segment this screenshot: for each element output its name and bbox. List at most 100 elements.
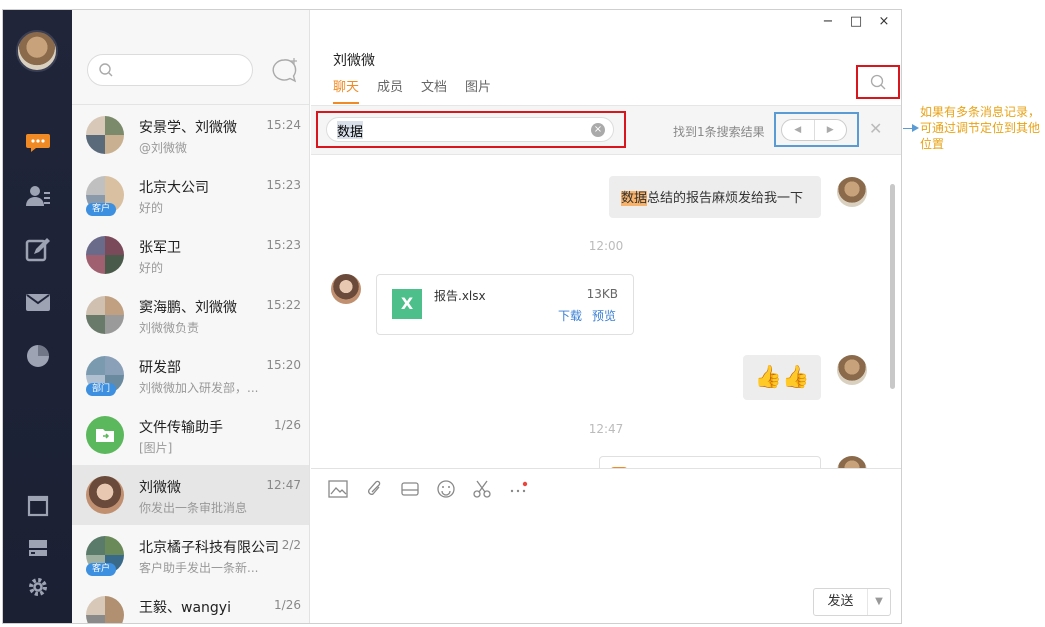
conversation-name: 文件传输助手 bbox=[139, 420, 223, 436]
conversation-pane: 安景学、刘微微 15:24 @刘微微 客户 北京大公司 15:23 好的 张军卫… bbox=[72, 10, 310, 623]
app-window: 安景学、刘微微 15:24 @刘微微 客户 北京大公司 15:23 好的 张军卫… bbox=[2, 9, 902, 624]
search-result-count: 找到1条搜索结果 bbox=[673, 125, 765, 139]
clear-search-icon[interactable]: × bbox=[591, 123, 605, 137]
message-search-toggle[interactable] bbox=[856, 65, 900, 99]
conversation-item-active[interactable]: 刘微微 12:47 你发出一条审批消息 bbox=[72, 465, 309, 525]
conversation-time: 15:23 bbox=[266, 178, 301, 192]
conversation-time: 15:23 bbox=[266, 238, 301, 252]
conversation-item[interactable]: 张军卫 15:23 好的 bbox=[72, 225, 309, 285]
screenshot-scissors-icon[interactable] bbox=[470, 477, 494, 501]
send-button[interactable]: 发送 ▼ bbox=[813, 588, 891, 616]
result-navigation-box: ◀ ▶ bbox=[774, 112, 859, 147]
chevron-down-icon[interactable]: ▼ bbox=[868, 589, 890, 615]
close-search-icon[interactable]: ✕ bbox=[869, 119, 882, 138]
message-search-input[interactable] bbox=[337, 121, 577, 139]
user-avatar[interactable] bbox=[331, 274, 361, 304]
window-controls: − □ × bbox=[821, 14, 891, 29]
conversation-time: 15:22 bbox=[266, 298, 301, 312]
group-avatar bbox=[86, 116, 124, 154]
tab-chat[interactable]: 聊天 bbox=[333, 76, 360, 104]
conversation-item[interactable]: 窦海鹏、刘微微 15:22 刘微微负责 bbox=[72, 285, 309, 345]
tab-members[interactable]: 成员 bbox=[377, 76, 403, 104]
next-result-button[interactable]: ▶ bbox=[815, 120, 847, 140]
more-icon[interactable] bbox=[506, 477, 530, 501]
my-avatar[interactable] bbox=[837, 177, 867, 207]
conversation-time: 15:24 bbox=[266, 118, 301, 132]
pie-chart-icon[interactable] bbox=[24, 342, 52, 370]
conversation-item[interactable]: 客户 北京橘子科技有限公司 2/2 客户助手发出一条新... bbox=[72, 525, 309, 585]
message-search-bar: × 找到1条搜索结果 ◀ ▶ ✕ bbox=[311, 105, 901, 155]
conversation-time: 1/26 bbox=[274, 598, 301, 612]
nav-rail bbox=[3, 10, 72, 623]
settings-gear-icon[interactable] bbox=[24, 573, 52, 601]
conversation-item[interactable]: 安景学、刘微微 15:24 @刘微微 bbox=[72, 105, 309, 165]
search-icon bbox=[99, 63, 113, 77]
conversation-preview: @刘微微 bbox=[139, 141, 188, 155]
result-navigation: ◀ ▶ bbox=[781, 119, 847, 141]
conversation-time: 1/26 bbox=[274, 418, 301, 432]
minimize-button[interactable]: − bbox=[821, 14, 835, 29]
conversation-preview: 好的 bbox=[139, 201, 164, 215]
contact-search-input[interactable] bbox=[87, 54, 253, 86]
conversation-item[interactable]: 王毅、wangyi 1/26 bbox=[72, 585, 309, 623]
image-icon[interactable] bbox=[326, 477, 350, 501]
timestamp: 12:47 bbox=[588, 422, 624, 436]
message-search-field[interactable]: × bbox=[326, 117, 614, 142]
chat-nav-icon[interactable] bbox=[24, 128, 52, 156]
download-link[interactable]: 下载 bbox=[558, 307, 582, 324]
conversation-name: 北京大公司 bbox=[139, 180, 209, 196]
attachment-icon[interactable] bbox=[362, 477, 386, 501]
composer-toolbar bbox=[326, 477, 530, 501]
file-message-card[interactable]: X 报告.xlsx 13KB 下载 预览 bbox=[376, 274, 634, 335]
conversation-name: 安景学、刘微微 bbox=[139, 120, 237, 136]
maximize-button[interactable]: □ bbox=[849, 14, 863, 29]
conversation-time: 2/2 bbox=[281, 538, 301, 552]
timestamp: 12:00 bbox=[588, 239, 624, 253]
emoji-message[interactable]: 👍👍 bbox=[743, 355, 821, 400]
group-avatar bbox=[86, 296, 124, 334]
conversation-name: 窦海鹏、刘微微 bbox=[139, 300, 237, 316]
conversation-preview: 你发出一条审批消息 bbox=[139, 501, 248, 515]
conversation-preview: 刘微微负责 bbox=[139, 321, 200, 335]
my-avatar[interactable] bbox=[16, 30, 58, 72]
message-list[interactable]: 数据总结的报告麻烦发给我一下 12:00 X 报告.xlsx 13KB 下载 预… bbox=[311, 156, 901, 468]
close-button[interactable]: × bbox=[877, 14, 891, 29]
preview-link[interactable]: 预览 bbox=[592, 307, 616, 324]
my-avatar[interactable] bbox=[837, 355, 867, 385]
composer[interactable]: 发送 ▼ bbox=[311, 468, 901, 623]
conversation-preview: [图片] bbox=[139, 441, 173, 455]
conversation-item[interactable]: 文件传输助手 1/26 [图片] bbox=[72, 405, 309, 465]
tab-images[interactable]: 图片 bbox=[465, 76, 491, 104]
conversation-preview: 刘微微加入研发部，... bbox=[139, 381, 259, 395]
mail-icon[interactable] bbox=[24, 288, 52, 316]
emoji-icon[interactable] bbox=[434, 477, 458, 501]
calendar-icon[interactable] bbox=[24, 492, 52, 520]
conversation-name: 王毅、wangyi bbox=[139, 600, 231, 616]
conversation-time: 15:20 bbox=[266, 358, 301, 372]
conversation-preview: 客户助手发出一条新... bbox=[139, 561, 259, 575]
chat-tabs: 聊天 成员 文档 图片 bbox=[333, 76, 491, 104]
file-size: 13KB bbox=[586, 287, 618, 301]
conversation-item[interactable]: 部门 研发部 15:20 刘微微加入研发部，... bbox=[72, 345, 309, 405]
conversation-item[interactable]: 客户 北京大公司 15:23 好的 bbox=[72, 165, 309, 225]
contacts-icon[interactable] bbox=[24, 182, 52, 210]
new-chat-icon[interactable] bbox=[270, 56, 300, 86]
message-bubble[interactable]: 数据总结的报告麻烦发给我一下 bbox=[609, 176, 821, 218]
group-avatar bbox=[86, 236, 124, 274]
message-scrollbar[interactable] bbox=[890, 184, 895, 389]
annotation-arrow bbox=[912, 124, 919, 132]
approval-card[interactable]: 审批 bbox=[599, 456, 821, 468]
message-text: 总结的报告麻烦发给我一下 bbox=[647, 191, 804, 206]
search-highlight-box: × bbox=[316, 111, 626, 148]
file-name: 报告.xlsx bbox=[434, 289, 486, 303]
group-avatar bbox=[86, 596, 124, 623]
my-avatar[interactable] bbox=[837, 456, 867, 468]
conversation-name: 张军卫 bbox=[139, 240, 181, 256]
file-transfer-icon bbox=[86, 416, 124, 454]
storage-icon[interactable] bbox=[24, 534, 52, 562]
disk-icon[interactable] bbox=[398, 477, 422, 501]
tab-documents[interactable]: 文档 bbox=[421, 76, 447, 104]
edit-icon[interactable] bbox=[24, 236, 52, 264]
send-label[interactable]: 发送 bbox=[814, 589, 868, 615]
previous-result-button[interactable]: ◀ bbox=[782, 120, 815, 140]
